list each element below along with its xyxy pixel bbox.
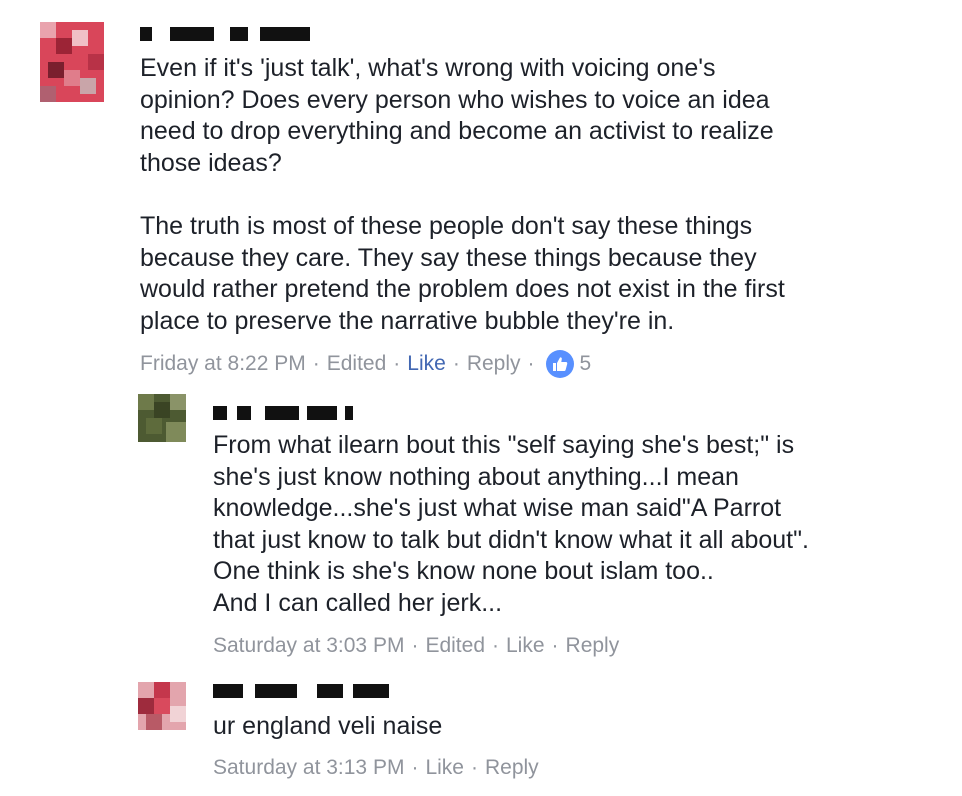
- comment-meta: Saturday at 3:13 PM · Like · Reply: [213, 753, 539, 783]
- avatar[interactable]: [138, 394, 186, 442]
- separator: ·: [411, 756, 419, 779]
- reaction-summary[interactable]: 5: [545, 350, 592, 378]
- separator: ·: [551, 634, 559, 657]
- timestamp[interactable]: Saturday at 3:03 PM: [213, 634, 404, 658]
- author-name[interactable]: [213, 684, 389, 698]
- avatar[interactable]: [40, 22, 104, 102]
- separator: ·: [393, 352, 401, 375]
- comment-text: Even if it's 'just talk', what's wrong w…: [140, 54, 785, 335]
- comment-text: From what ilearn bout this "self saying …: [213, 431, 809, 617]
- separator: ·: [527, 352, 535, 375]
- author-name[interactable]: [213, 406, 353, 420]
- edited-label[interactable]: Edited: [425, 634, 485, 658]
- comment-text: ur england veli naise: [213, 712, 443, 740]
- avatar[interactable]: [138, 682, 186, 730]
- timestamp[interactable]: Friday at 8:22 PM: [140, 352, 306, 376]
- like-button[interactable]: Like: [425, 756, 464, 780]
- like-button[interactable]: Like: [407, 352, 446, 376]
- edited-label[interactable]: Edited: [327, 352, 387, 376]
- separator: ·: [452, 352, 460, 375]
- reply-button[interactable]: Reply: [467, 352, 521, 376]
- reply-button[interactable]: Reply: [566, 634, 620, 658]
- timestamp[interactable]: Saturday at 3:13 PM: [213, 756, 404, 780]
- separator: ·: [470, 756, 478, 779]
- thumbs-up-icon: [545, 350, 574, 378]
- reply-button[interactable]: Reply: [485, 756, 539, 780]
- separator: ·: [492, 634, 499, 657]
- comment-meta: Saturday at 3:03 PM · Edited · Like · Re…: [213, 631, 619, 661]
- separator: ·: [312, 352, 320, 375]
- reaction-count: 5: [579, 352, 592, 375]
- comment-meta: Friday at 8:22 PM · Edited · Like · Repl…: [140, 349, 591, 379]
- author-name[interactable]: [140, 27, 310, 41]
- like-button[interactable]: Like: [506, 634, 545, 658]
- separator: ·: [411, 634, 419, 657]
